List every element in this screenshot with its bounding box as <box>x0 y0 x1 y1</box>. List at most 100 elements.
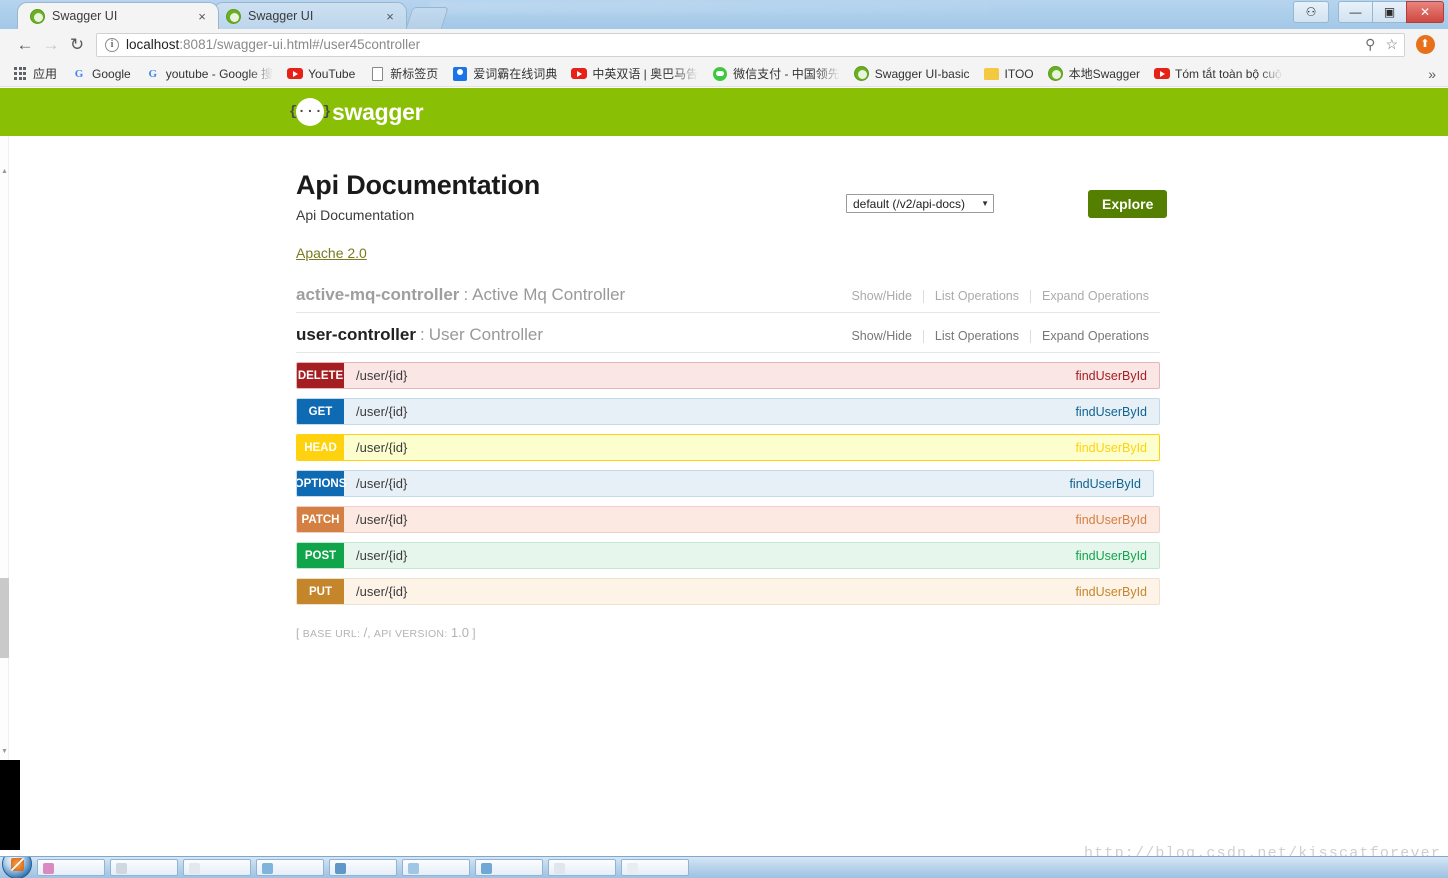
explore-button[interactable]: Explore <box>1088 190 1168 218</box>
close-tab-1-icon[interactable]: × <box>194 10 210 23</box>
http-method-label: PATCH <box>301 513 340 526</box>
license-link[interactable]: Apache 2.0 <box>296 245 367 261</box>
show-hide-link[interactable]: Show/Hide <box>840 329 922 343</box>
operation-summary[interactable]: findUserById <box>1075 363 1159 388</box>
bookmark-label: 本地Swagger <box>1068 67 1140 81</box>
minimize-button[interactable]: — <box>1338 1 1372 23</box>
bookmark-star-icon[interactable]: ☆ <box>1385 36 1398 53</box>
scroll-down-icon[interactable]: ▼ <box>1 748 8 755</box>
footer-comma: , <box>367 626 371 640</box>
taskbar-item[interactable] <box>402 859 470 876</box>
taskbar-item[interactable] <box>475 859 543 876</box>
resource-description: Active Mq Controller <box>472 285 626 304</box>
browser-menu-button[interactable]: ⬆ <box>1412 32 1438 58</box>
taskbar-item[interactable] <box>183 859 251 876</box>
bookmark-new-tab-page[interactable]: 新标签页 <box>369 65 438 82</box>
resource-actions: Show/Hide List Operations Expand Operati… <box>840 289 1160 303</box>
footer-open-bracket: [ <box>296 626 300 640</box>
operation-row[interactable]: GET /user/{id} findUserById <box>296 398 1160 425</box>
reload-icon[interactable]: ↻ <box>64 32 90 58</box>
search-icon[interactable]: ⚲ <box>1365 36 1375 53</box>
google-icon: G <box>74 67 84 80</box>
operation-row[interactable]: PUT /user/{id} findUserById <box>296 578 1160 605</box>
operation-path[interactable]: /user/{id} <box>344 435 1075 460</box>
url-path: :8081/swagger-ui.html#/user45controller <box>179 37 421 52</box>
forward-icon[interactable]: → <box>38 32 64 58</box>
operation-row[interactable]: HEAD /user/{id} findUserById <box>296 434 1160 461</box>
bookmark-swagger-ui-basic[interactable]: Swagger UI-basic <box>854 66 970 82</box>
swagger-brace-icon: {···} <box>289 98 331 126</box>
operation-summary[interactable]: findUserById <box>1069 471 1153 496</box>
operation-path[interactable]: /user/{id} <box>344 543 1075 568</box>
bookmark-youtube[interactable]: YouTube <box>287 66 355 82</box>
http-method-label: OPTIONS <box>296 477 347 490</box>
close-tab-2-icon[interactable]: × <box>382 10 398 23</box>
bookmark-google[interactable]: G Google <box>71 66 131 82</box>
bookmark-itoo[interactable]: ITOO <box>984 66 1034 82</box>
operation-summary[interactable]: findUserById <box>1075 435 1159 460</box>
url-host: localhost <box>126 37 180 52</box>
browser-tab-1[interactable]: Swagger UI × <box>18 3 218 29</box>
api-docs-select-value: default (/v2/api-docs) <box>853 196 966 211</box>
bookmark-tom-tat[interactable]: Tóm tắt toàn bộ cuộc <box>1154 66 1283 82</box>
expand-operations-link[interactable]: Expand Operations <box>1031 289 1160 303</box>
bookmark-wechat-pay[interactable]: 微信支付 - 中国领先 <box>712 65 840 82</box>
scroll-up-icon[interactable]: ▲ <box>1 168 8 175</box>
taskbar-item[interactable] <box>256 859 324 876</box>
bookmark-iciba[interactable]: 爱词霸在线词典 <box>452 65 557 82</box>
operation-summary[interactable]: findUserById <box>1075 579 1159 604</box>
operation-summary[interactable]: findUserById <box>1075 543 1159 568</box>
bookmark-local-swagger[interactable]: 本地Swagger <box>1048 65 1140 82</box>
operation-path[interactable]: /user/{id} <box>344 507 1075 532</box>
resource-active-mq-controller: active-mq-controller : Active Mq Control… <box>296 285 1160 313</box>
operation-summary[interactable]: findUserById <box>1075 507 1159 532</box>
scrollbar-thumb[interactable] <box>0 578 9 658</box>
tab-strip: Swagger UI × Swagger UI × ⚇ — ▣ ✕ <box>0 0 1448 29</box>
bookmark-apps[interactable]: 应用 <box>12 65 57 82</box>
start-button-icon[interactable] <box>2 857 32 878</box>
profile-icon[interactable]: ⚇ <box>1293 1 1329 23</box>
operation-path[interactable]: /user/{id} <box>344 471 1069 496</box>
api-docs-select[interactable]: default (/v2/api-docs) ▼ <box>846 194 994 213</box>
list-operations-link[interactable]: List Operations <box>924 289 1030 303</box>
operation-path[interactable]: /user/{id} <box>344 363 1075 388</box>
back-icon[interactable]: ← <box>12 32 38 58</box>
browser-tab-2[interactable]: Swagger UI × <box>214 3 406 29</box>
taskbar-item[interactable] <box>621 859 689 876</box>
operation-row[interactable]: OPTIONS /user/{id} findUserById <box>296 470 1154 497</box>
bookmark-youtube-google[interactable]: G youtube - Google 搜 <box>145 65 273 82</box>
operation-row[interactable]: PATCH /user/{id} findUserById <box>296 506 1160 533</box>
address-bar[interactable]: i localhost :8081/swagger-ui.html#/user4… <box>96 32 1405 57</box>
expand-operations-link[interactable]: Expand Operations <box>1031 329 1160 343</box>
taskbar-item[interactable] <box>110 859 178 876</box>
swagger-logo[interactable]: {···} swagger <box>289 98 424 126</box>
taskbar-item[interactable] <box>548 859 616 876</box>
apps-grid-icon <box>12 66 28 82</box>
list-operations-link[interactable]: List Operations <box>924 329 1030 343</box>
taskbar-item[interactable] <box>37 859 105 876</box>
bookmark-label: Tóm tắt toàn bộ cuộc <box>1175 66 1283 81</box>
page-scrollbar[interactable]: ▲ ▼ <box>0 88 9 790</box>
show-hide-link[interactable]: Show/Hide <box>840 289 922 303</box>
bookmarks-overflow-icon[interactable]: » <box>1428 66 1442 82</box>
resource-name[interactable]: user-controller <box>296 325 416 345</box>
http-method-badge: PUT <box>297 579 344 604</box>
operation-summary[interactable]: findUserById <box>1075 399 1159 424</box>
swagger-content: Api Documentation Api Documentation Apac… <box>0 136 1448 640</box>
operation-row[interactable]: DELETE /user/{id} findUserById <box>296 362 1160 389</box>
operation-path[interactable]: /user/{id} <box>344 579 1075 604</box>
google-icon: G <box>148 67 157 80</box>
operation-row[interactable]: POST /user/{id} findUserById <box>296 542 1160 569</box>
bookmark-label: 微信支付 - 中国领先 <box>733 67 840 81</box>
taskbar-item[interactable] <box>329 859 397 876</box>
maximize-button[interactable]: ▣ <box>1372 1 1406 23</box>
folder-icon <box>984 66 1000 82</box>
page-icon <box>369 66 385 82</box>
site-info-icon[interactable]: i <box>105 37 119 52</box>
operation-path[interactable]: /user/{id} <box>344 399 1075 424</box>
browser-tab-1-title: Swagger UI <box>52 9 118 23</box>
bookmark-bilingual[interactable]: 中英双语 | 奥巴马告 <box>571 65 698 82</box>
new-tab-button[interactable] <box>406 8 448 29</box>
close-window-button[interactable]: ✕ <box>1406 1 1444 23</box>
resource-name[interactable]: active-mq-controller <box>296 285 459 305</box>
